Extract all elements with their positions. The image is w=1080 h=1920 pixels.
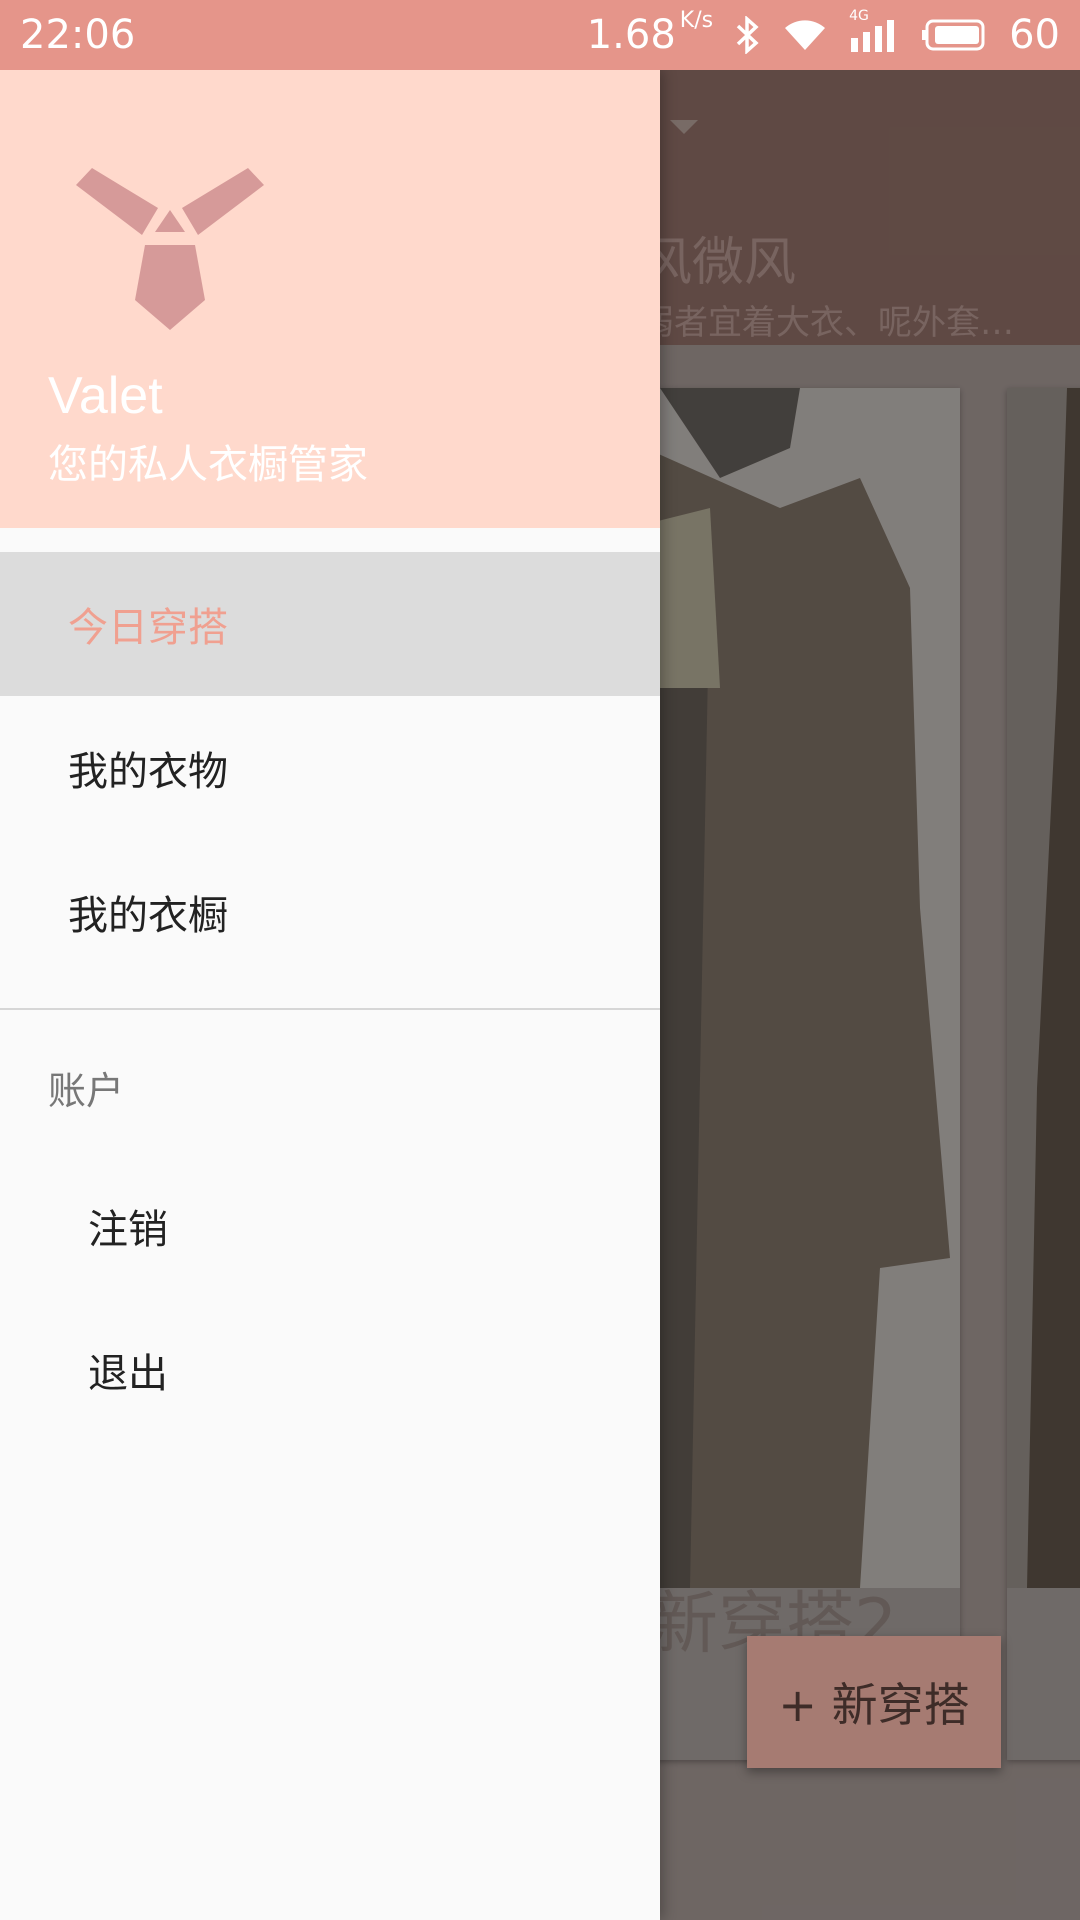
valet-logo-icon [76, 168, 264, 330]
account-section-label: 账户 [48, 1069, 125, 1113]
logout-item[interactable]: 注销 [0, 1154, 660, 1298]
network-speed: 1.68 K/s [586, 8, 713, 58]
bluetooth-icon [735, 16, 761, 54]
status-icons: 1.68 K/s 4G 60 [586, 8, 1060, 58]
network-type-label: 4G [849, 8, 869, 24]
battery-level: 60 [1009, 12, 1060, 58]
network-speed-value: 1.68 [586, 12, 676, 58]
nav-item-today-outfit[interactable]: 今日穿搭 [0, 552, 660, 696]
app-name: Valet [48, 367, 163, 425]
status-bar: 22:06 1.68 K/s 4G 60 [0, 0, 1080, 70]
navigation-drawer: Valet 您的私人衣橱管家 今日穿搭 我的衣物 我的衣橱 账户 注销 退出 [0, 70, 660, 1920]
nav-item-my-wardrobe[interactable]: 我的衣橱 [0, 840, 660, 984]
signal-icon: 4G [849, 8, 899, 52]
drawer-divider [0, 1008, 660, 1010]
network-speed-unit: K/s [679, 8, 714, 33]
battery-icon [921, 18, 987, 52]
nav-item-my-clothes[interactable]: 我的衣物 [0, 696, 660, 840]
new-outfit-button[interactable]: + 新穿搭 [747, 1636, 1001, 1768]
drawer-header: Valet 您的私人衣橱管家 [0, 70, 660, 528]
exit-item[interactable]: 退出 [0, 1298, 660, 1442]
status-time: 22:06 [20, 12, 136, 58]
wifi-icon [783, 18, 827, 52]
app-tagline: 您的私人衣橱管家 [48, 442, 368, 488]
